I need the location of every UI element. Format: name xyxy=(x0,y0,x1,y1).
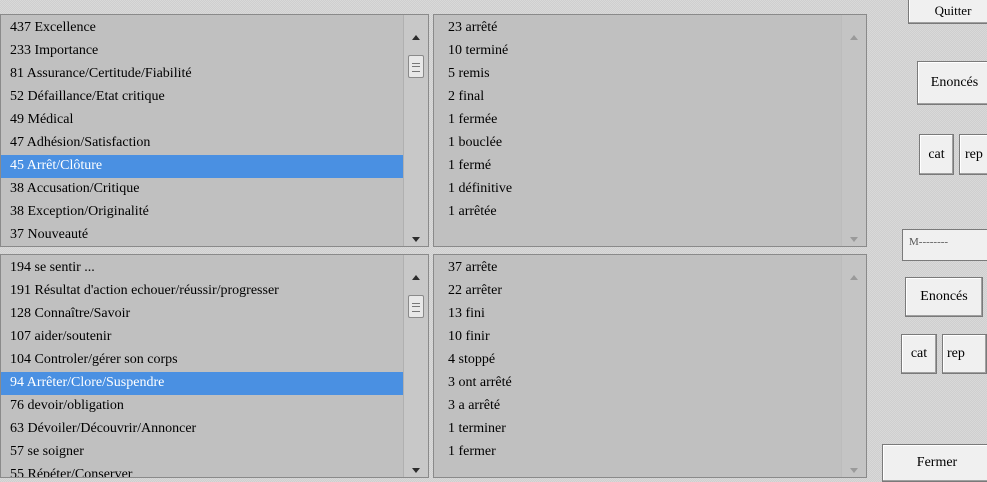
scroll-down-arrow-icon[interactable] xyxy=(850,237,858,242)
list-item[interactable]: 38 Exception/Originalité xyxy=(1,201,403,224)
scroll-thumb[interactable] xyxy=(408,295,424,318)
list-item[interactable]: 1 bouclée xyxy=(434,132,841,155)
list-item[interactable]: 233 Importance xyxy=(1,40,403,63)
list-item[interactable]: 10 finir xyxy=(434,326,841,349)
list-item[interactable]: 1 fermé xyxy=(434,155,841,178)
scroll-down-arrow-icon[interactable] xyxy=(850,468,858,473)
list-item[interactable]: 22 arrêter xyxy=(434,280,841,303)
list-item[interactable]: 1 terminer xyxy=(434,418,841,441)
list-item[interactable]: 2 final xyxy=(434,86,841,109)
rep-button-top[interactable]: rep xyxy=(959,134,987,175)
bottom-left-scrollbar[interactable] xyxy=(403,255,428,477)
top-right-list-panel[interactable]: 23 arrêté 10 terminé 5 remis 2 final 1 f… xyxy=(433,14,867,247)
quit-button[interactable]: Quitter xyxy=(908,0,987,24)
scroll-thumb[interactable] xyxy=(408,55,424,78)
list-item[interactable]: 437 Excellence xyxy=(1,17,403,40)
enonces-button-top[interactable]: Enoncés xyxy=(917,61,987,105)
enonces-button-bottom[interactable]: Enoncés xyxy=(905,277,983,317)
list-item[interactable]: 38 Accusation/Critique xyxy=(1,178,403,201)
list-item[interactable]: 55 Répéter/Conserver xyxy=(1,464,403,477)
scroll-up-arrow-icon[interactable] xyxy=(850,35,858,40)
list-item[interactable]: 104 Controler/gérer son corps xyxy=(1,349,403,372)
list-item[interactable]: 81 Assurance/Certitude/Fiabilité xyxy=(1,63,403,86)
top-left-scrollbar[interactable] xyxy=(403,15,428,246)
top-right-list[interactable]: 23 arrêté 10 terminé 5 remis 2 final 1 f… xyxy=(434,15,841,246)
scroll-up-arrow-icon[interactable] xyxy=(412,35,420,40)
list-item[interactable]: 4 stoppé xyxy=(434,349,841,372)
list-item-selected[interactable]: 94 Arrêter/Clore/Suspendre xyxy=(1,372,403,395)
rep-button-bottom[interactable]: rep xyxy=(942,334,987,374)
list-item[interactable]: 23 arrêté xyxy=(434,17,841,40)
list-item[interactable]: 63 Dévoiler/Découvrir/Annoncer xyxy=(1,418,403,441)
scroll-down-arrow-icon[interactable] xyxy=(412,237,420,242)
list-item[interactable]: 37 arrête xyxy=(434,257,841,280)
list-item[interactable]: 1 fermée xyxy=(434,109,841,132)
list-item[interactable]: 76 devoir/obligation xyxy=(1,395,403,418)
list-item[interactable]: 3 ont arrêté xyxy=(434,372,841,395)
list-item[interactable]: 47 Adhésion/Satisfaction xyxy=(1,132,403,155)
list-item[interactable]: 194 se sentir ... xyxy=(1,257,403,280)
cat-button-bottom[interactable]: cat xyxy=(901,334,937,374)
list-item[interactable]: 57 se soigner xyxy=(1,441,403,464)
search-input[interactable]: M-------- xyxy=(902,229,987,261)
bottom-right-list-panel[interactable]: 37 arrête 22 arrêter 13 fini 10 finir 4 … xyxy=(433,254,867,478)
list-item[interactable]: 49 Médical xyxy=(1,109,403,132)
list-item-selected[interactable]: 45 Arrêt/Clôture xyxy=(1,155,403,178)
list-item[interactable]: 107 aider/soutenir xyxy=(1,326,403,349)
list-item[interactable]: 13 fini xyxy=(434,303,841,326)
list-item[interactable]: 37 Nouveauté xyxy=(1,224,403,246)
bottom-right-list[interactable]: 37 arrête 22 arrêter 13 fini 10 finir 4 … xyxy=(434,255,841,477)
list-item[interactable]: 191 Résultat d'action echouer/réussir/pr… xyxy=(1,280,403,303)
top-left-list[interactable]: 437 Excellence 233 Importance 81 Assuran… xyxy=(1,15,403,246)
list-item[interactable]: 128 Connaître/Savoir xyxy=(1,303,403,326)
bottom-left-list[interactable]: 194 se sentir ... 191 Résultat d'action … xyxy=(1,255,403,477)
list-item[interactable]: 3 a arrêté xyxy=(434,395,841,418)
top-left-list-panel[interactable]: 437 Excellence 233 Importance 81 Assuran… xyxy=(0,14,429,247)
list-item[interactable]: 1 arrêtée xyxy=(434,201,841,224)
top-right-scrollbar[interactable] xyxy=(841,15,866,246)
list-item[interactable]: 10 terminé xyxy=(434,40,841,63)
list-item[interactable]: 5 remis xyxy=(434,63,841,86)
bottom-right-scrollbar[interactable] xyxy=(841,255,866,477)
cat-button-top[interactable]: cat xyxy=(919,134,954,175)
list-item[interactable]: 1 définitive xyxy=(434,178,841,201)
scroll-up-arrow-icon[interactable] xyxy=(412,275,420,280)
scroll-up-arrow-icon[interactable] xyxy=(850,275,858,280)
list-item[interactable]: 1 fermer xyxy=(434,441,841,464)
list-item[interactable]: 52 Défaillance/Etat critique xyxy=(1,86,403,109)
scroll-down-arrow-icon[interactable] xyxy=(412,468,420,473)
bottom-left-list-panel[interactable]: 194 se sentir ... 191 Résultat d'action … xyxy=(0,254,429,478)
close-button[interactable]: Fermer xyxy=(882,444,987,482)
